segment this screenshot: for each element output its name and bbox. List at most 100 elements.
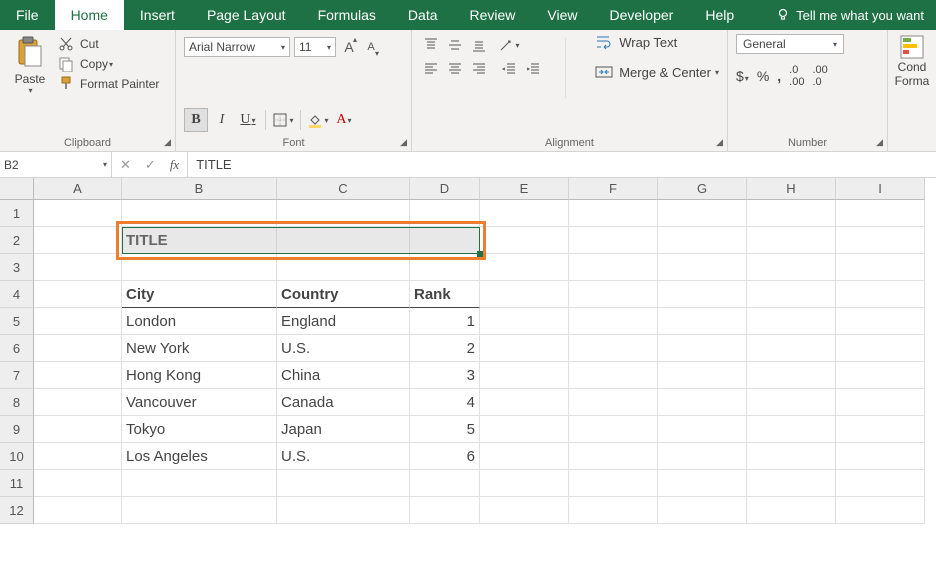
row-header-4[interactable]: 4 <box>0 281 34 308</box>
cell-C10[interactable]: U.S. <box>277 443 410 470</box>
cell-G11[interactable] <box>658 470 747 497</box>
cell-A4[interactable] <box>34 281 122 308</box>
row-header-10[interactable]: 10 <box>0 443 34 470</box>
increase-decimal-button[interactable]: .0.00 <box>789 64 804 88</box>
cell-C3[interactable] <box>277 254 410 281</box>
cell-F12[interactable] <box>569 497 658 524</box>
cell-G10[interactable] <box>658 443 747 470</box>
cell-B3[interactable] <box>122 254 277 281</box>
col-header-G[interactable]: G <box>658 178 747 200</box>
increase-font-size-button[interactable]: A▴ <box>340 36 358 58</box>
tab-home[interactable]: Home <box>55 0 124 30</box>
cell-F6[interactable] <box>569 335 658 362</box>
conditional-formatting-button[interactable]: Cond Forma <box>896 34 928 88</box>
cell-B1[interactable] <box>122 200 277 227</box>
tab-formulas[interactable]: Formulas <box>302 0 392 30</box>
cell-E7[interactable] <box>480 362 569 389</box>
col-header-C[interactable]: C <box>277 178 410 200</box>
cell-B8[interactable]: Vancouver <box>122 389 277 416</box>
cell-G8[interactable] <box>658 389 747 416</box>
cell-E11[interactable] <box>480 470 569 497</box>
row-header-8[interactable]: 8 <box>0 389 34 416</box>
cell-I5[interactable] <box>836 308 925 335</box>
cell-B6[interactable]: New York <box>122 335 277 362</box>
number-format-dropdown[interactable]: General▾ <box>736 34 844 54</box>
tab-developer[interactable]: Developer <box>594 0 690 30</box>
cell-F4[interactable] <box>569 281 658 308</box>
cell-G3[interactable] <box>658 254 747 281</box>
insert-function-button[interactable]: fx <box>170 157 179 173</box>
top-align-button[interactable] <box>420 34 442 56</box>
tab-review[interactable]: Review <box>454 0 532 30</box>
cell-H6[interactable] <box>747 335 836 362</box>
cell-F10[interactable] <box>569 443 658 470</box>
tab-insert[interactable]: Insert <box>124 0 191 30</box>
cell-C1[interactable] <box>277 200 410 227</box>
cell-B4[interactable]: City <box>122 281 277 308</box>
cell-A8[interactable] <box>34 389 122 416</box>
cell-H8[interactable] <box>747 389 836 416</box>
font-size-dropdown[interactable]: 11▾ <box>294 37 336 57</box>
center-align-button[interactable] <box>444 58 466 80</box>
col-header-H[interactable]: H <box>747 178 836 200</box>
clipboard-dialog-launcher[interactable]: ◢ <box>164 137 171 148</box>
bottom-align-button[interactable] <box>468 34 490 56</box>
cell-F9[interactable] <box>569 416 658 443</box>
cell-I12[interactable] <box>836 497 925 524</box>
cell-B11[interactable] <box>122 470 277 497</box>
cell-B9[interactable]: Tokyo <box>122 416 277 443</box>
col-header-B[interactable]: B <box>122 178 277 200</box>
cell-D6[interactable]: 2 <box>410 335 480 362</box>
enter-formula-button[interactable]: ✓ <box>145 157 156 173</box>
select-all-corner[interactable] <box>0 178 34 200</box>
cell-E10[interactable] <box>480 443 569 470</box>
cell-B5[interactable]: London <box>122 308 277 335</box>
accounting-format-button[interactable]: $▾ <box>736 68 749 84</box>
cell-D10[interactable]: 6 <box>410 443 480 470</box>
col-header-F[interactable]: F <box>569 178 658 200</box>
cell-C12[interactable] <box>277 497 410 524</box>
cell-I6[interactable] <box>836 335 925 362</box>
cell-A7[interactable] <box>34 362 122 389</box>
cell-C11[interactable] <box>277 470 410 497</box>
percent-format-button[interactable]: % <box>757 68 769 84</box>
cell-H4[interactable] <box>747 281 836 308</box>
cell-A12[interactable] <box>34 497 122 524</box>
tab-view[interactable]: View <box>531 0 593 30</box>
col-header-I[interactable]: I <box>836 178 925 200</box>
cell-H3[interactable] <box>747 254 836 281</box>
cell-H10[interactable] <box>747 443 836 470</box>
cell-I10[interactable] <box>836 443 925 470</box>
wrap-text-button[interactable]: Wrap Text <box>595 34 719 50</box>
cell-H9[interactable] <box>747 416 836 443</box>
cell-F3[interactable] <box>569 254 658 281</box>
cell-A9[interactable] <box>34 416 122 443</box>
col-header-D[interactable]: D <box>410 178 480 200</box>
cell-B7[interactable]: Hong Kong <box>122 362 277 389</box>
tell-me-search[interactable]: Tell me what you want <box>764 0 936 30</box>
decrease-font-size-button[interactable]: A▾ <box>362 36 380 58</box>
cell-D9[interactable]: 5 <box>410 416 480 443</box>
row-header-5[interactable]: 5 <box>0 308 34 335</box>
cell-E5[interactable] <box>480 308 569 335</box>
cell-G2[interactable] <box>658 227 747 254</box>
cell-G12[interactable] <box>658 497 747 524</box>
tab-data[interactable]: Data <box>392 0 454 30</box>
cell-H12[interactable] <box>747 497 836 524</box>
bold-button[interactable]: B <box>184 108 208 132</box>
cell-C8[interactable]: Canada <box>277 389 410 416</box>
cell-G4[interactable] <box>658 281 747 308</box>
cell-C5[interactable]: England <box>277 308 410 335</box>
cell-I4[interactable] <box>836 281 925 308</box>
row-header-3[interactable]: 3 <box>0 254 34 281</box>
col-header-E[interactable]: E <box>480 178 569 200</box>
cell-D12[interactable] <box>410 497 480 524</box>
cell-F8[interactable] <box>569 389 658 416</box>
row-header-11[interactable]: 11 <box>0 470 34 497</box>
number-dialog-launcher[interactable]: ◢ <box>876 137 883 148</box>
cell-D5[interactable]: 1 <box>410 308 480 335</box>
tab-help[interactable]: Help <box>689 0 750 30</box>
decrease-indent-button[interactable] <box>498 58 520 80</box>
cell-A6[interactable] <box>34 335 122 362</box>
cell-G1[interactable] <box>658 200 747 227</box>
